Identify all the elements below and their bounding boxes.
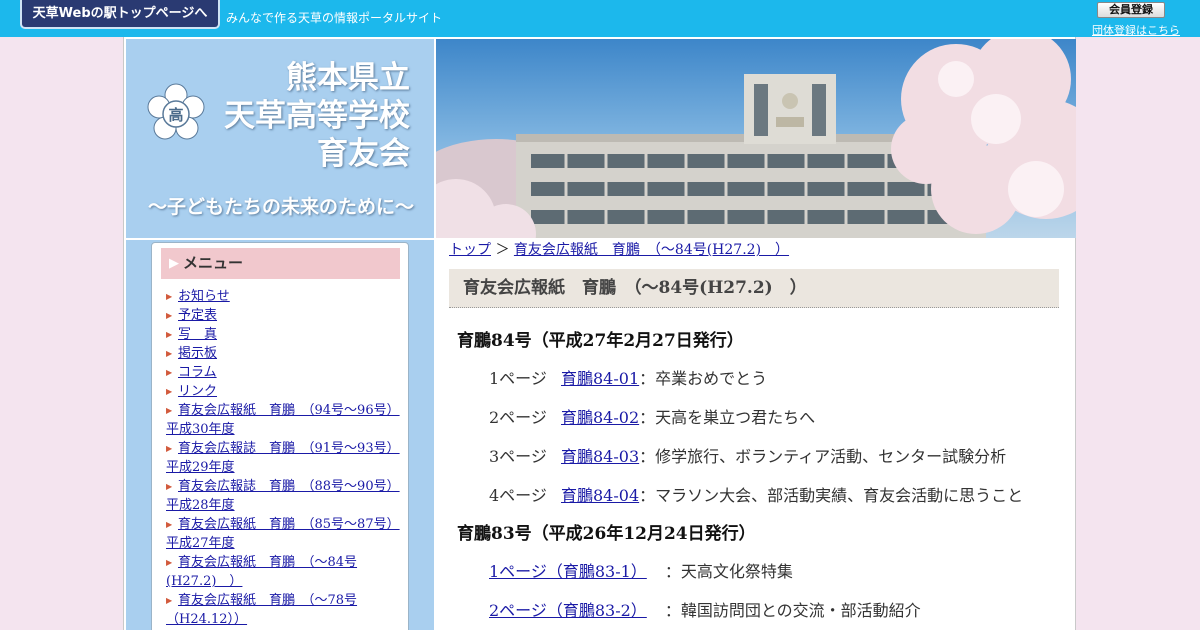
page-description: ：修学旅行、ボランティア活動、センター試験分析 [639, 447, 1007, 466]
menu-heading: ▶ メニュー [161, 248, 400, 279]
page-number: 1ページ [489, 369, 547, 388]
site-title-line3: 育友会 [317, 136, 410, 172]
menu-link-ikuho-h29[interactable]: 育友会広報誌 育鵬 （91号～93号）平成29年度 [166, 441, 400, 475]
site-header-logo[interactable]: 高 熊本県立 天草高等学校 育友会 〜子どもたちの未来のために〜 [126, 39, 434, 238]
menu-item: ▶ 写 真 [166, 325, 404, 344]
breadcrumb-home-link[interactable]: トップ [449, 242, 491, 258]
chevron-right-icon: ▶ [169, 256, 179, 271]
issue-page-row: 2ページ（育鵬83-2） ：韓国訪問団との交流・部活動紹介 [489, 600, 1061, 622]
triangle-bullet-icon: ▶ [166, 311, 173, 320]
menu-link-ikuho-h28[interactable]: 育友会広報誌 育鵬 （88号～90号）平成28年度 [166, 479, 400, 513]
group-register-link[interactable]: 団体登録はこちら [1092, 22, 1180, 38]
triangle-bullet-icon: ▶ [166, 406, 173, 415]
menu-item: ▶ リンク [166, 382, 404, 401]
menu-link-ikuho-h30[interactable]: 育友会広報紙 育鵬 （94号～96号）平成30年度 [166, 403, 400, 437]
breadcrumb-current-link[interactable]: 育友会広報紙 育鵬 （～84号(H27.2) ） [514, 242, 789, 258]
page-description: ：天高を巣立つ君たちへ [639, 408, 816, 427]
menu-link-ikuho-84[interactable]: 育友会広報紙 育鵬 （～84号(H27.2) ） [166, 555, 357, 589]
issue-page-row: 3ページ 育鵬84-03：修学旅行、ボランティア活動、センター試験分析 [489, 446, 1061, 468]
menu-list: ▶ お知らせ ▶ 予定表 ▶ 写 真 ▶ 掲示板 ▶ コラム ▶ リンク ▶ 育友会広報紙 育… [166, 287, 404, 629]
menu-item: ▶ 育友会広報紙 育鵬 （～84号(H27.2) ） [166, 553, 404, 591]
site-title: 熊本県立 天草高等学校 育友会 [224, 59, 410, 173]
breadcrumb-separator: ＞ [495, 242, 510, 258]
menu-item: ▶ 育友会広報紙 育鵬 （85号～87号）平成27年度 [166, 515, 404, 553]
triangle-bullet-icon: ▶ [166, 387, 173, 396]
page-description: ：韓国訪問団との交流・部活動紹介 [664, 601, 921, 620]
issue-pdf-link[interactable]: 育鵬84-02 [561, 408, 639, 427]
menu-heading-label: メニュー [183, 254, 244, 272]
menu-item: ▶ 育友会広報誌 育鵬 （88号～90号）平成28年度 [166, 477, 404, 515]
site-subtitle: 〜子どもたちの未来のために〜 [148, 196, 415, 218]
member-register-button[interactable]: 会員登録 [1097, 2, 1165, 18]
triangle-bullet-icon: ▶ [166, 596, 173, 605]
issue-page-row: 1ページ（育鵬83-1） ：天高文化祭特集 [489, 561, 1061, 583]
page-number: 3ページ [489, 447, 547, 466]
menu-item: ▶ お知らせ [166, 287, 404, 306]
menu-link-links[interactable]: リンク [178, 384, 217, 399]
triangle-bullet-icon: ▶ [166, 349, 173, 358]
menu-item: ▶ コラム [166, 363, 404, 382]
issue-page-row: 2ページ 育鵬84-02：天高を巣立つ君たちへ [489, 407, 1061, 429]
menu-link-news[interactable]: お知らせ [178, 289, 230, 304]
menu-link-ikuho-h27[interactable]: 育友会広報紙 育鵬 （85号～87号）平成27年度 [166, 517, 400, 551]
issue-pdf-link[interactable]: 1ページ（育鵬83-1） [489, 562, 647, 581]
issue-pdf-link[interactable]: 育鵬84-01 [561, 369, 639, 388]
menu-link-column[interactable]: コラム [178, 365, 217, 380]
portal-tagline: みんなで作る天草の情報ポータルサイト [226, 11, 443, 25]
issue-page-row: 4ページ 育鵬84-04：マラソン大会、部活動実績、育友会活動に思うこと [489, 485, 1061, 507]
page-description: ：卒業おめでとう [639, 369, 768, 388]
triangle-bullet-icon: ▶ [166, 368, 173, 377]
page-description: ：天高文化祭特集 [664, 562, 793, 581]
issue-pdf-link[interactable]: 育鵬84-03 [561, 447, 639, 466]
menu-link-board[interactable]: 掲示板 [178, 346, 217, 361]
page-title: 育友会広報紙 育鵬 （～84号(H27.2) ） [449, 269, 1059, 308]
issue-page-row: 1ページ 育鵬84-01：卒業おめでとう [489, 368, 1061, 390]
sidebar-menu: ▶ メニュー ▶ お知らせ ▶ 予定表 ▶ 写 真 ▶ 掲示板 ▶ コラム ▶ リンク ▶ 育… [151, 242, 409, 630]
triangle-bullet-icon: ▶ [166, 558, 173, 567]
breadcrumb: トップ ＞ 育友会広報紙 育鵬 （～84号(H27.2) ） [449, 240, 1061, 260]
top-bar: 天草Webの駅トップページへ みんなで作る天草の情報ポータルサイト 会員登録 団… [0, 0, 1200, 37]
menu-link-ikuho-78[interactable]: 育友会広報紙 育鵬 （～78号（H24.12）） [166, 593, 357, 627]
issue-pdf-link[interactable]: 2ページ（育鵬83-2） [489, 601, 647, 620]
school-photo-illustration [436, 39, 1076, 238]
menu-item: ▶ 育友会広報紙 育鵬 （94号～96号）平成30年度 [166, 401, 404, 439]
page-description: ：マラソン大会、部活動実績、育友会活動に思うこと [639, 486, 1024, 505]
school-emblem-icon: 高 [147, 83, 205, 140]
triangle-bullet-icon: ▶ [166, 292, 173, 301]
page-number: 2ページ [489, 408, 547, 427]
menu-item: ▶ 育友会広報紙 育鵬 （～78号（H24.12）） [166, 591, 404, 629]
svg-text:高: 高 [168, 106, 183, 124]
site-title-line2: 天草高等学校 [224, 98, 410, 134]
issue-heading-84: 育鵬84号（平成27年2月27日発行） [457, 331, 744, 351]
triangle-bullet-icon: ▶ [166, 330, 173, 339]
page-number: 4ページ [489, 486, 547, 505]
menu-link-schedule[interactable]: 予定表 [178, 308, 217, 323]
issue-pdf-link[interactable]: 育鵬84-04 [561, 486, 639, 505]
triangle-bullet-icon: ▶ [166, 444, 173, 453]
menu-item: ▶ 予定表 [166, 306, 404, 325]
main-content: トップ ＞ 育友会広報紙 育鵬 （～84号(H27.2) ） 育友会広報紙 育鵬… [449, 240, 1061, 622]
menu-item: ▶ 掲示板 [166, 344, 404, 363]
menu-item: ▶ 育友会広報誌 育鵬 （91号～93号）平成29年度 [166, 439, 404, 477]
issue-heading-83: 育鵬83号（平成26年12月24日発行） [457, 524, 756, 544]
portal-top-button[interactable]: 天草Webの駅トップページへ [20, 0, 220, 29]
page-container: 高 熊本県立 天草高等学校 育友会 〜子どもたちの未来のために〜 ▶ メニュー … [123, 37, 1076, 630]
site-title-line1: 熊本県立 [286, 60, 410, 96]
triangle-bullet-icon: ▶ [166, 482, 173, 491]
triangle-bullet-icon: ▶ [166, 520, 173, 529]
school-building-photo [436, 39, 1076, 238]
menu-link-photos[interactable]: 写 真 [178, 327, 217, 342]
